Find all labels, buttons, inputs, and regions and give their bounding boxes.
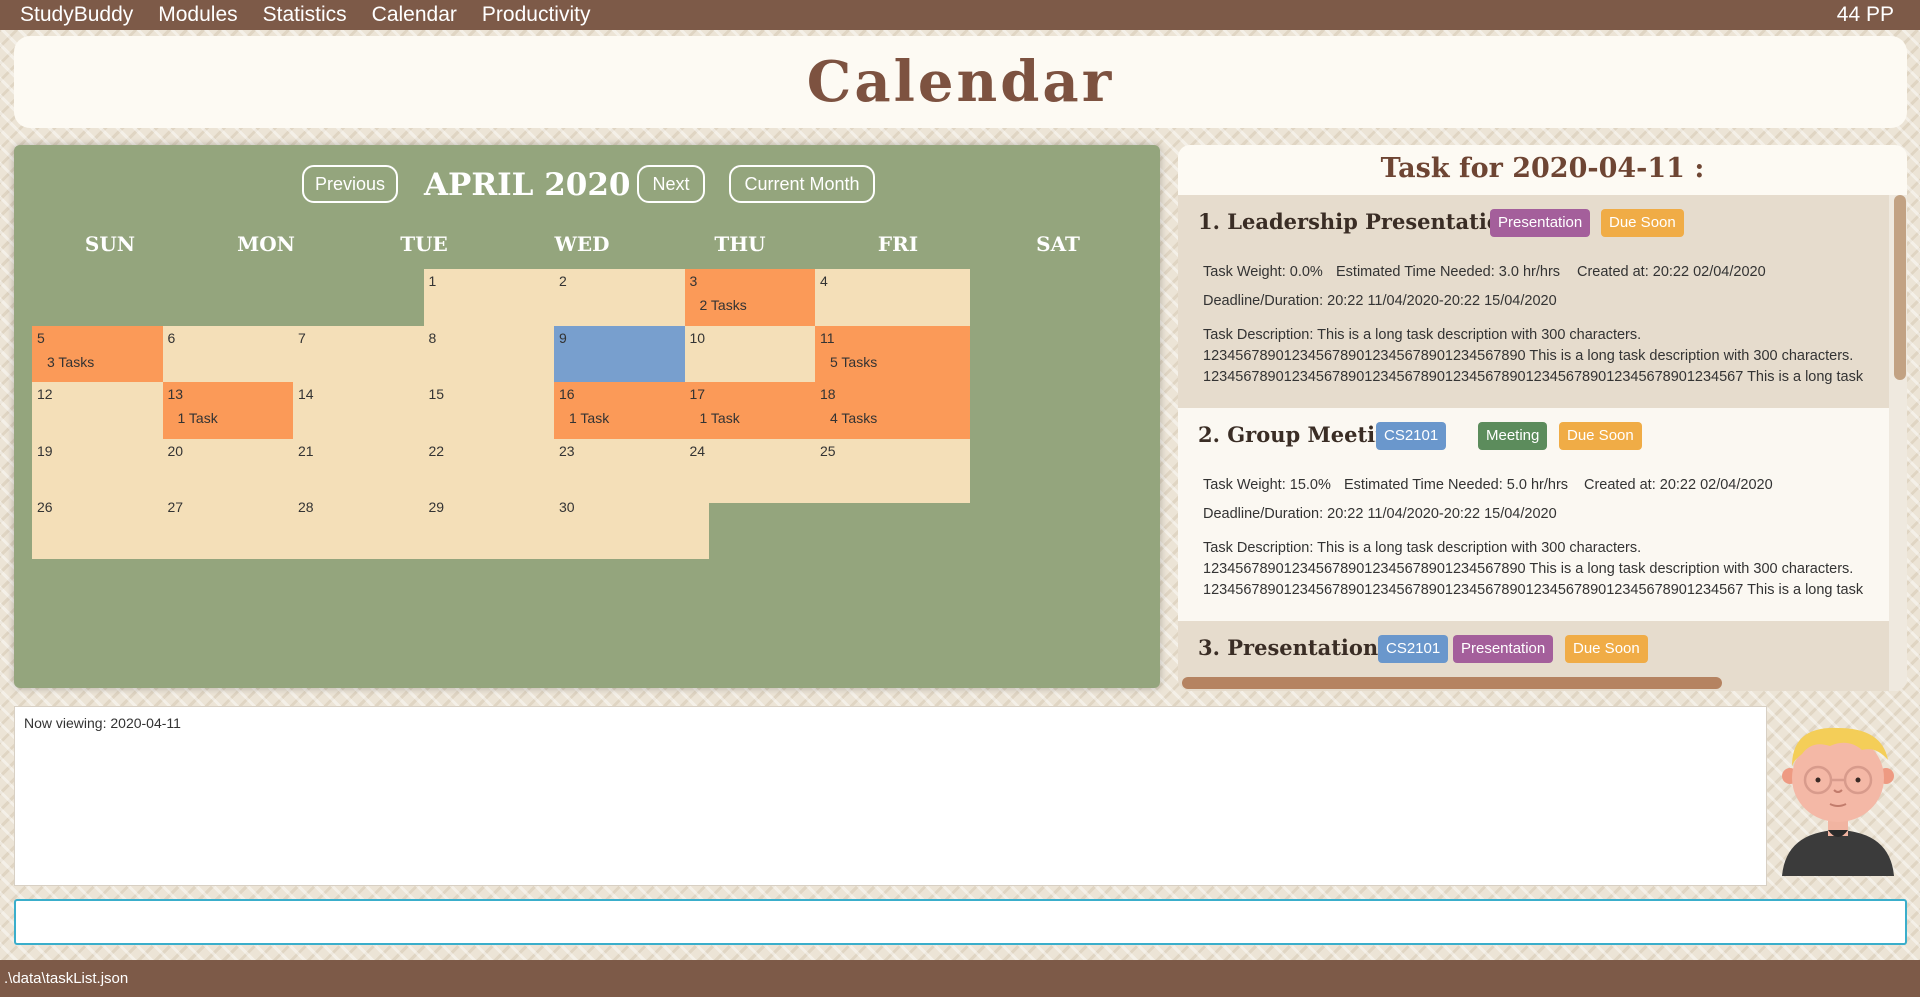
scrollbar-thumb[interactable] — [1182, 677, 1722, 689]
menu-studybuddy[interactable]: StudyBuddy — [20, 3, 133, 27]
task-weight: Task Weight: 0.0% — [1203, 264, 1323, 280]
day-number: 10 — [689, 329, 706, 346]
task-created: Created at: 20:22 02/04/2020 — [1577, 264, 1766, 280]
day-number: 8 — [428, 329, 437, 346]
day-number: 19 — [37, 442, 53, 459]
day-number: 2 — [559, 273, 567, 289]
day-number: 21 — [298, 442, 314, 459]
day-number: 27 — [167, 499, 184, 515]
day-task-count: 4 Tasks — [830, 410, 878, 426]
day-number: 24 — [689, 442, 706, 459]
day-number: 11 — [820, 329, 835, 346]
scrollbar-thumb[interactable] — [1894, 195, 1906, 380]
weekday-fri: FRI — [877, 232, 919, 256]
result-text: Now viewing: 2020-04-11 — [24, 715, 181, 731]
task-list-horizontal-scrollbar[interactable] — [1182, 673, 1889, 689]
tag-due-soon: Due Soon — [1559, 422, 1642, 450]
calendar-panel: Previous APRIL 2020 Next Current Month S… — [14, 145, 1160, 688]
task-card[interactable]: 1. Leadership Presentation 1 Presentatio… — [1178, 195, 1889, 408]
day-number: 13 — [167, 386, 184, 402]
tag-due-soon: Due Soon — [1601, 209, 1684, 237]
task-description: Task Description: This is a long task de… — [1203, 327, 1864, 391]
day-number: 16 — [559, 386, 575, 402]
weekday-mon: MON — [237, 232, 295, 256]
menu-bar: StudyBuddy Modules Statistics Calendar P… — [0, 0, 1920, 30]
day-number: 14 — [298, 386, 314, 402]
task-card[interactable]: 2. Group Meeting 1 CS2101 Meeting Due So… — [1178, 408, 1889, 621]
task-weight: Task Weight: 15.0% — [1203, 477, 1331, 493]
day-number: 28 — [298, 499, 314, 515]
day-number: 4 — [820, 273, 828, 289]
task-list-vertical-scrollbar[interactable] — [1889, 195, 1907, 691]
tag-presentation: Presentation — [1453, 635, 1554, 663]
title-card: Calendar — [14, 36, 1907, 128]
result-display: Now viewing: 2020-04-11 — [14, 706, 1767, 886]
tag-meeting: Meeting — [1478, 422, 1548, 450]
weekday-thu: THU — [714, 232, 766, 256]
day-cell-25[interactable]: 25 — [815, 438, 970, 503]
day-number: 22 — [428, 442, 445, 459]
day-number: 3 — [689, 273, 698, 289]
status-bar: .\data\taskList.json — [0, 960, 1920, 997]
weekday-sat: SAT — [1036, 232, 1080, 256]
command-box[interactable] — [14, 899, 1907, 945]
tag-cs2101: CS2101 — [1378, 635, 1449, 663]
day-number: 30 — [559, 499, 575, 515]
menu-modules[interactable]: Modules — [158, 3, 237, 27]
day-cell-18[interactable]: 18 4 Tasks — [815, 382, 970, 446]
month-title: APRIL 2020 — [424, 167, 631, 203]
task-panel: Task for 2020-04-11 : 1. Leadership Pres… — [1178, 145, 1907, 691]
day-number: 18 — [820, 386, 836, 402]
command-input[interactable] — [16, 901, 1905, 943]
weekday-tue: TUE — [400, 232, 448, 256]
task-time: Estimated Time Needed: 3.0 hr/hrs — [1336, 264, 1561, 280]
tag-due-soon: Due Soon — [1565, 635, 1648, 663]
day-number: 20 — [167, 442, 184, 459]
day-cell-11[interactable]: 11 5 Tasks — [815, 325, 970, 390]
day-cell-30[interactable]: 30 — [554, 495, 709, 559]
menu-productivity[interactable]: Productivity — [482, 3, 591, 27]
day-cell-4[interactable]: 4 — [815, 269, 970, 333]
task-panel-heading: Task for 2020-04-11 : — [1380, 153, 1705, 184]
day-number: 7 — [298, 329, 306, 346]
day-number: 5 — [37, 329, 45, 346]
task-title: 3. Presentation 1 — [1198, 635, 1401, 660]
day-task-count: 5 Tasks — [830, 353, 878, 370]
previous-month-button[interactable]: Previous — [302, 165, 398, 203]
day-number: 25 — [820, 442, 836, 459]
task-title: 1. Leadership Presentation 1 — [1198, 209, 1538, 234]
day-number: 9 — [559, 329, 567, 346]
status-file-path: .\data\taskList.json — [4, 970, 129, 987]
day-number: 6 — [167, 329, 176, 346]
task-time: Estimated Time Needed: 5.0 hr/hrs — [1344, 477, 1569, 493]
menu-calendar[interactable]: Calendar — [372, 3, 457, 27]
cartoon-student-avatar-icon — [1778, 720, 1898, 880]
day-number: 1 — [428, 273, 437, 289]
current-month-button[interactable]: Current Month — [729, 165, 875, 203]
weekday-sun: SUN — [84, 232, 136, 256]
task-deadline: Deadline/Duration: 20:22 11/04/2020-20:2… — [1203, 506, 1557, 522]
day-number: 23 — [559, 442, 575, 459]
day-number: 26 — [37, 499, 53, 515]
menu-items: StudyBuddy Modules Statistics Calendar P… — [0, 3, 615, 27]
day-number: 12 — [37, 386, 53, 402]
productivity-points: 44 PP — [1836, 3, 1894, 26]
calendar-nav: Previous APRIL 2020 Next Current Month — [14, 165, 1160, 207]
next-month-button[interactable]: Next — [637, 165, 705, 203]
day-number: 17 — [689, 386, 706, 402]
day-number: 29 — [428, 499, 445, 515]
page-title: Calendar — [806, 49, 1115, 115]
day-number: 15 — [428, 386, 445, 402]
tag-presentation: Presentation — [1490, 209, 1591, 237]
task-deadline: Deadline/Duration: 20:22 11/04/2020-20:2… — [1203, 293, 1557, 309]
task-created: Created at: 20:22 02/04/2020 — [1584, 477, 1773, 493]
weekday-wed: WED — [554, 232, 610, 256]
task-description: Task Description: This is a long task de… — [1203, 540, 1864, 604]
menu-statistics[interactable]: Statistics — [263, 3, 347, 27]
tag-cs2101: CS2101 — [1376, 422, 1447, 450]
